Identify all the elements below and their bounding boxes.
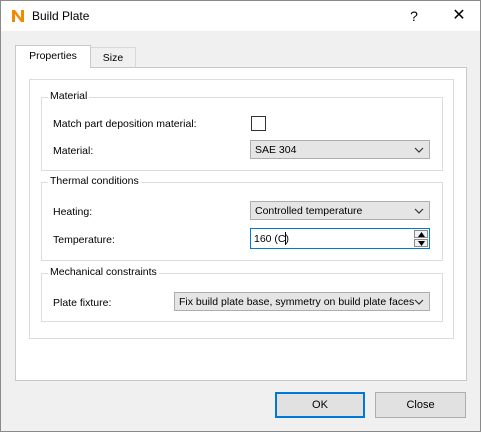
match-material-label: Match part deposition material: <box>53 118 197 130</box>
temperature-spinbox[interactable]: 160 (C) <box>250 228 430 249</box>
mechanical-group: Mechanical constraints Plate fixture: Fi… <box>41 266 443 322</box>
nx-logo-icon <box>10 8 26 24</box>
temperature-value: 160 (C) <box>254 233 290 245</box>
properties-panel: Material Match part deposition material:… <box>15 67 467 381</box>
build-plate-dialog: Build Plate ? ✕ Properties Size Material… <box>0 0 481 432</box>
spin-up-button[interactable] <box>414 230 428 238</box>
properties-content: Material Match part deposition material:… <box>29 79 454 339</box>
close-button[interactable]: Close <box>375 392 466 418</box>
help-button[interactable]: ? <box>401 1 427 31</box>
heating-value: Controlled temperature <box>255 205 363 217</box>
window-title: Build Plate <box>32 9 90 23</box>
fixture-value: Fix build plate base, symmetry on build … <box>179 296 415 308</box>
chevron-down-icon <box>414 208 424 214</box>
tab-properties[interactable]: Properties <box>15 45 91 68</box>
thermal-group-title: Thermal conditions <box>48 175 141 187</box>
material-value: SAE 304 <box>255 144 297 156</box>
thermal-group: Thermal conditions Heating: Controlled t… <box>41 175 443 261</box>
text-caret <box>285 232 286 245</box>
material-select[interactable]: SAE 304 <box>250 140 430 159</box>
close-window-button[interactable]: ✕ <box>444 1 474 31</box>
heating-select[interactable]: Controlled temperature <box>250 201 430 220</box>
arrow-up-icon <box>418 232 425 237</box>
fixture-label: Plate fixture: <box>53 297 112 309</box>
arrow-down-icon <box>418 241 425 246</box>
heating-label: Heating: <box>53 206 93 218</box>
chevron-down-icon <box>414 147 424 153</box>
fixture-select[interactable]: Fix build plate base, symmetry on build … <box>174 292 430 311</box>
spin-down-button[interactable] <box>414 239 428 247</box>
mechanical-group-title: Mechanical constraints <box>48 266 159 278</box>
ok-button[interactable]: OK <box>275 392 365 418</box>
temperature-label: Temperature: <box>53 234 115 246</box>
chevron-down-icon <box>414 299 424 305</box>
material-group-title: Material <box>48 90 90 102</box>
material-label: Material: <box>53 145 94 157</box>
material-group: Material Match part deposition material:… <box>41 90 443 171</box>
match-material-checkbox[interactable] <box>251 116 266 131</box>
tab-size[interactable]: Size <box>90 47 136 68</box>
title-bar: Build Plate ? ✕ <box>1 1 480 31</box>
